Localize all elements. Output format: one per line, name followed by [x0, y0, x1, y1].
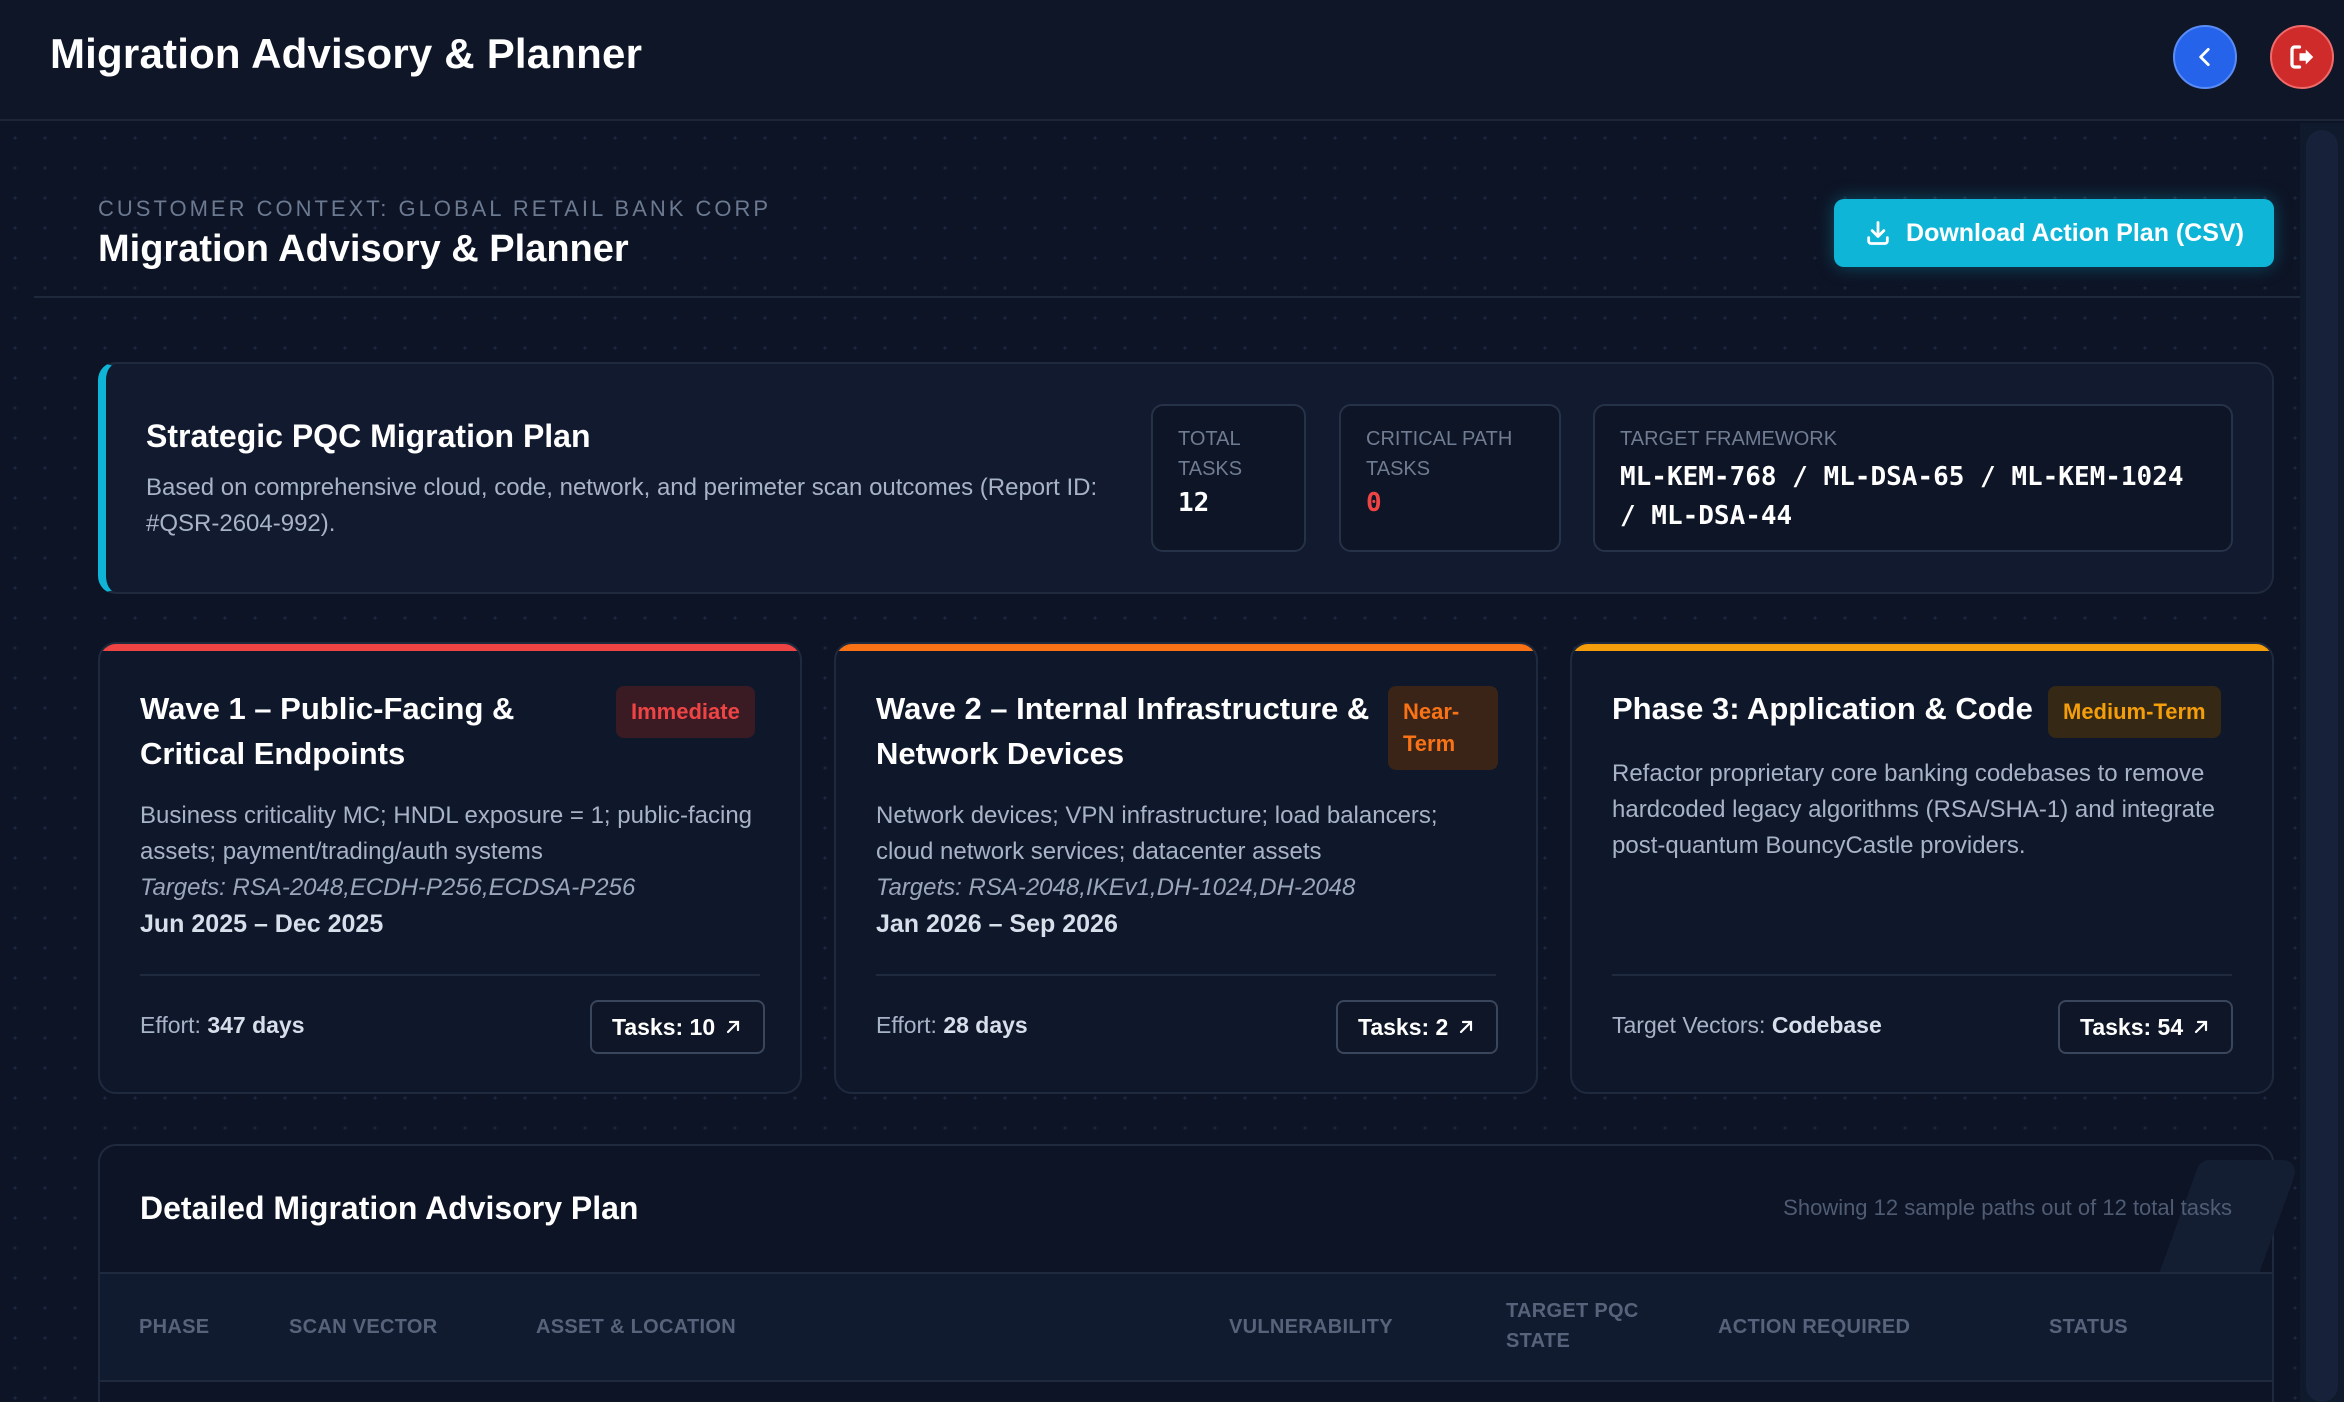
table-title: Detailed Migration Advisory Plan	[140, 1190, 639, 1226]
priority-badge: Immediate	[616, 686, 755, 738]
tasks-button[interactable]: Tasks: 10	[590, 1000, 766, 1054]
wave-targets: Targets: RSA-2048,ECDH-P256,ECDSA-P256	[140, 874, 636, 901]
column-header-asset-location[interactable]: ASSET & LOCATION	[536, 1312, 736, 1342]
column-header-vulnerability[interactable]: VULNERABILITY	[1229, 1312, 1393, 1342]
tasks-button[interactable]: Tasks: 54	[2058, 1000, 2234, 1054]
plan-description: Based on comprehensive cloud, code, netw…	[146, 474, 1098, 537]
stat-label: TOTAL TASKS	[1178, 428, 1243, 480]
column-header-phase[interactable]: PHASE	[139, 1312, 209, 1342]
arrow-up-right-icon	[1460, 1020, 1473, 1034]
wave-targets: Targets: RSA-2048,IKEv1,DH-1024,DH-2048	[876, 874, 1356, 901]
download-action-plan-button[interactable]: Download Action Plan (CSV)	[1834, 199, 2274, 267]
app-bar: Migration Advisory & Planner	[0, 0, 2344, 121]
wave-target-vectors: Target Vectors: Codebase	[1612, 1012, 1882, 1038]
wave-card-1: Wave 1 – Public-Facing & Critical Endpoi…	[98, 642, 802, 1094]
wave-description: Refactor proprietary core banking codeba…	[1612, 760, 2215, 859]
stat-critical-path: CRITICAL PATH TASKS 0	[1339, 404, 1561, 552]
column-header-scan-vector[interactable]: SCAN VECTOR	[289, 1312, 438, 1342]
wave-title: Phase 3: Application & Code	[1612, 691, 2033, 726]
priority-badge: Medium-Term	[2048, 686, 2221, 738]
stat-value: 12	[1178, 488, 1210, 518]
tasks-label: Tasks: 10	[612, 1013, 716, 1040]
wave-accent-bar	[1572, 644, 2272, 651]
stat-target-framework: TARGET FRAMEWORK ML-KEM-768 / ML-DSA-65 …	[1593, 404, 2233, 552]
priority-badge: Near-Term	[1388, 686, 1498, 770]
stat-label: CRITICAL PATH TASKS	[1366, 428, 1513, 480]
framework-value: ML-KEM-768 / ML-DSA-65 / ML-KEM-1024 / M…	[1620, 462, 2184, 531]
wave-dates: Jun 2025 – Dec 2025	[140, 910, 384, 938]
app-title: Migration Advisory & Planner	[50, 30, 643, 77]
arrow-up-right-icon	[727, 1020, 740, 1034]
page-title: Migration Advisory & Planner	[98, 228, 629, 270]
table-header: PHASE SCAN VECTOR ASSET & LOCATION VULNE…	[100, 1272, 2272, 1382]
download-label: Download Action Plan (CSV)	[1906, 218, 2244, 247]
wave-accent-bar	[836, 644, 1536, 651]
divider	[34, 296, 2300, 298]
wave-card-3: Phase 3: Application & Code Medium-Term …	[1570, 642, 2274, 1094]
wave-effort: Effort: 28 days	[876, 1012, 1028, 1038]
wave-description: Network devices; VPN infrastructure; loa…	[876, 802, 1438, 865]
tasks-button[interactable]: Tasks: 2	[1336, 1000, 1499, 1054]
wave-card-2: Wave 2 – Internal Infrastructure & Netwo…	[834, 642, 1538, 1094]
stat-total-tasks: TOTAL TASKS 12	[1151, 404, 1306, 552]
divider	[1612, 974, 2232, 976]
column-header-status[interactable]: STATUS	[2049, 1312, 2128, 1342]
wave-effort: Effort: 347 days	[140, 1012, 305, 1038]
logout-icon	[2290, 45, 2314, 69]
wave-description: Business criticality MC; HNDL exposure =…	[140, 802, 753, 865]
wave-title: Wave 2 – Internal Infrastructure & Netwo…	[876, 691, 1370, 771]
scrollbar-thumb[interactable]	[2306, 130, 2338, 1402]
download-icon	[1867, 221, 1889, 245]
column-header-target-pqc-state[interactable]: TARGET PQC STATE	[1506, 1296, 1646, 1356]
wave-title: Wave 1 – Public-Facing & Critical Endpoi…	[140, 691, 515, 771]
chevron-left-icon	[2199, 48, 2210, 66]
wave-dates: Jan 2026 – Sep 2026	[876, 910, 1118, 938]
wave-accent-bar	[100, 644, 800, 651]
stat-label: TARGET FRAMEWORK	[1620, 428, 1838, 450]
logout-button[interactable]	[2270, 25, 2334, 89]
customer-context: CUSTOMER CONTEXT: GLOBAL RETAIL BANK COR…	[98, 196, 772, 221]
tasks-label: Tasks: 54	[2080, 1013, 2184, 1040]
plan-title: Strategic PQC Migration Plan	[146, 418, 591, 454]
tasks-label: Tasks: 2	[1358, 1013, 1449, 1040]
divider	[876, 974, 1496, 976]
stat-value: 0	[1366, 488, 1382, 518]
divider	[140, 974, 760, 976]
back-button[interactable]	[2173, 25, 2237, 89]
table-meta: Showing 12 sample paths out of 12 total …	[1783, 1195, 2232, 1220]
arrow-up-right-icon	[2195, 1020, 2208, 1034]
column-header-action-required[interactable]: ACTION REQUIRED	[1718, 1312, 1910, 1342]
